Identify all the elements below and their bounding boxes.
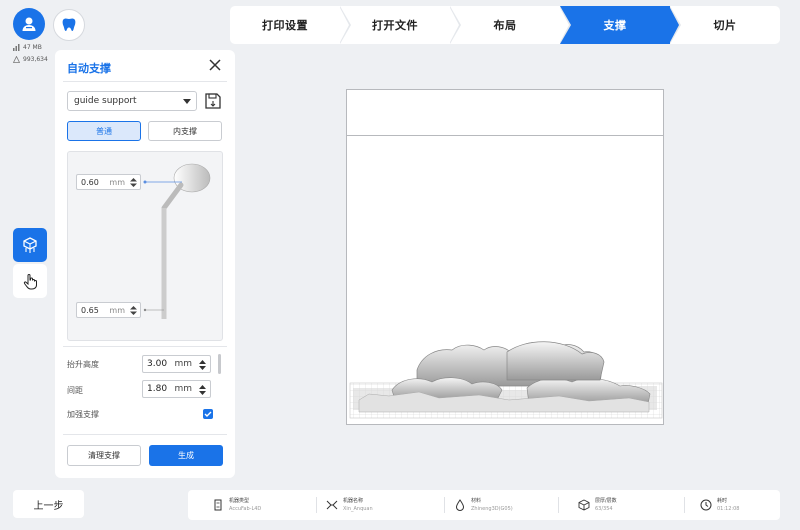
support-cube-icon [23, 237, 37, 253]
auto-support-tool[interactable] [13, 228, 47, 262]
chevron-down-icon [183, 99, 191, 104]
mode-inner-support-button[interactable]: 内支撑 [148, 121, 222, 141]
divider [63, 434, 227, 435]
support-diagram: 0.60 mm 0.65 mm [67, 151, 223, 341]
info-material: 材料 Zhineng3D(G05) [454, 490, 513, 520]
info-separator [684, 497, 685, 513]
lift-height-input[interactable]: 3.00 mm [142, 355, 211, 373]
divider [63, 346, 227, 347]
spacing-value: 1.80 [147, 384, 168, 394]
build-plate-viewport[interactable] [346, 89, 664, 425]
reinforce-support-checkbox[interactable] [203, 409, 213, 419]
spinner-icon[interactable] [199, 385, 206, 395]
manual-support-tool[interactable] [13, 264, 47, 298]
info-layer: 层厚/层数 63/354 [578, 490, 617, 520]
divider [63, 81, 227, 82]
triangle-count-value: 993,634 [23, 56, 48, 63]
top-diameter-value: 0.60 [81, 177, 99, 187]
step-slice[interactable]: 切片 [670, 6, 780, 44]
unit-label: mm [109, 177, 125, 187]
top-diameter-input[interactable]: 0.60 mm [76, 174, 141, 190]
preset-value: guide support [74, 96, 137, 106]
info-time: 耗时 01:12:08 [700, 490, 739, 520]
printer-icon [214, 499, 222, 511]
resin-drop-icon [455, 499, 465, 511]
unit-label: mm [174, 384, 192, 394]
support-preset-select[interactable]: guide support [67, 91, 197, 111]
lift-height-value: 3.00 [147, 359, 168, 369]
save-icon [205, 93, 221, 109]
dental-model-render [349, 341, 663, 419]
spacing-input[interactable]: 1.80 mm [142, 380, 211, 398]
spacing-label: 间距 [67, 386, 83, 395]
generate-support-button[interactable]: 生成 [149, 445, 223, 466]
info-machine-name: 机器名称 Xin_Anquan [326, 490, 373, 520]
spinner-icon[interactable] [199, 360, 206, 370]
tooth-icon [62, 18, 76, 31]
checkmark-icon [204, 411, 212, 417]
close-panel-button[interactable] [206, 56, 224, 74]
user-avatar-button[interactable] [13, 8, 45, 40]
clock-icon [700, 499, 712, 511]
dental-mode-button[interactable] [53, 9, 85, 41]
previous-step-button[interactable]: 上一步 [13, 490, 84, 518]
triangle-count-stat: 993,634 [13, 56, 48, 63]
info-separator [558, 497, 559, 513]
panel-scrollbar[interactable] [218, 354, 221, 374]
user-icon [22, 17, 36, 31]
lift-height-label: 抬升高度 [67, 360, 99, 369]
panel-title: 自动支撑 [67, 62, 111, 75]
step-layout[interactable]: 布局 [450, 6, 571, 44]
step-open-file[interactable]: 打开文件 [340, 6, 461, 44]
step-support[interactable]: 支撑 [560, 6, 681, 44]
save-preset-button[interactable] [203, 91, 223, 111]
mode-normal-button[interactable]: 普通 [67, 121, 141, 141]
auto-support-panel: 自动支撑 guide support 普通 内支撑 0.60 mm 0.65 m… [55, 50, 235, 478]
job-info-bar: 机器类型 AccuFab-L4D 机器名称 Xin_Anquan 材料 Zhineng… [188, 490, 780, 520]
unit-label: mm [109, 305, 125, 315]
clear-support-button[interactable]: 清理支撑 [67, 445, 141, 466]
memory-stat: 47 MB [13, 44, 42, 51]
hand-pointer-icon [23, 274, 37, 290]
bar-chart-icon [13, 44, 20, 51]
machine-icon [326, 500, 338, 510]
bottom-diameter-input[interactable]: 0.65 mm [76, 302, 141, 318]
info-separator [444, 497, 445, 513]
step-print-settings[interactable]: 打印设置 [230, 6, 351, 44]
memory-value: 47 MB [23, 44, 42, 51]
reinforce-support-label: 加强支撑 [67, 410, 99, 419]
info-machine-type: 机器类型 AccuFab-L4D [212, 490, 261, 520]
close-icon [209, 59, 221, 71]
workflow-steps: 打印设置 打开文件 布局 支撑 切片 [230, 6, 780, 44]
triangle-mesh-icon [13, 56, 20, 63]
layers-cube-icon [578, 499, 590, 511]
spinner-icon[interactable] [130, 178, 137, 187]
info-separator [316, 497, 317, 513]
spinner-icon[interactable] [130, 306, 137, 315]
bottom-diameter-value: 0.65 [81, 305, 99, 315]
unit-label: mm [174, 359, 192, 369]
